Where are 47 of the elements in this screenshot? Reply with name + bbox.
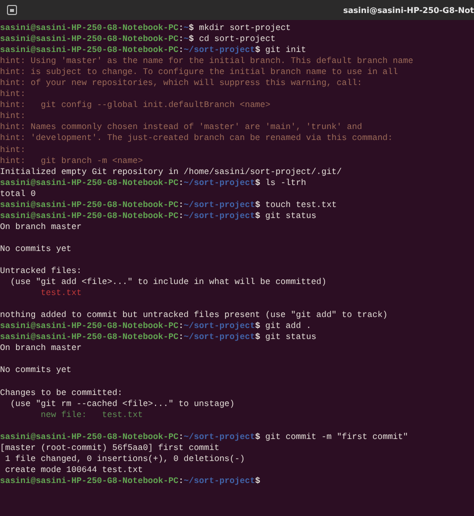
shell-prompt: sasini@sasini-HP-250-G8-Notebook-PC:~$ — [0, 23, 194, 33]
output-text: (use "git rm --cached <file>..." to unstage) — [9, 398, 235, 409]
output-text: Initialized empty Git repository in /home/sasini/sort-project/.git/ — [0, 166, 342, 177]
hint-text: hint: of your new repositories, which will suppress this warning, call: — [0, 78, 362, 88]
shell-prompt: sasini@sasini-HP-250-G8-Notebook-PC:~/sort-project$ — [0, 45, 260, 56]
output-text: On branch master — [0, 343, 82, 354]
shell-prompt: sasini@sasini-HP-250-G8-Notebook-PC:~/sort-project$ — [0, 432, 260, 442]
output-text: No commits yet — [0, 365, 72, 376]
shell-prompt: sasini@sasini-HP-250-G8-Notebook-PC:~/sort-project$ — [0, 210, 260, 221]
output-text: Changes to be committed: — [0, 388, 122, 398]
output-text: create mode 100644 test.txt — [4, 464, 143, 475]
shell-prompt: sasini@sasini-HP-250-G8-Notebook-PC:~/sort-project$ — [0, 321, 260, 332]
command-text: git commit -m "first commit" — [265, 432, 408, 442]
staged-file: new file: test.txt — [40, 410, 143, 420]
window-title: sasini@sasini-HP-250-G8-Not — [343, 6, 474, 14]
output-text: 1 file changed, 0 insertions(+), 0 deletions(-) — [4, 454, 245, 464]
untracked-file: test.txt — [40, 288, 82, 298]
hint-text: hint: Using 'master' as the name for the initial branch. This default branch name — [0, 56, 414, 66]
command-text: ls -ltrh — [265, 178, 306, 188]
output-text: (use "git add <file>..." to include in what will be committed) — [9, 277, 326, 288]
hint-text: hint: git config --global init.defaultBranch <name> — [0, 100, 270, 110]
output-text: total 0 — [0, 188, 36, 199]
shell-prompt: sasini@sasini-HP-250-G8-Notebook-PC:~/sort-project$ — [0, 476, 260, 486]
shell-prompt: sasini@sasini-HP-250-G8-Notebook-PC:~$ — [0, 34, 194, 44]
hint-text: hint: 'development'. The just-created branch can be renamed via this command: — [0, 133, 393, 144]
hint-text: hint: — [0, 111, 26, 122]
shell-prompt: sasini@sasini-HP-250-G8-Notebook-PC:~/sort-project$ — [0, 332, 260, 342]
shell-prompt: sasini@sasini-HP-250-G8-Notebook-PC:~/sort-project$ — [0, 200, 260, 210]
command-text: git add . — [265, 321, 312, 332]
output-text: [master (root-commit) 56f5aa0] first commit — [0, 442, 220, 453]
command-text: mkdir sort-project — [198, 23, 291, 33]
command-text: git status — [265, 210, 316, 221]
hint-text: hint: — [0, 89, 26, 100]
terminal-icon[interactable] — [6, 4, 18, 16]
command-text: cd sort-project — [198, 34, 276, 44]
output-text: nothing added to commit but untracked files present (use "git add" to track) — [0, 310, 388, 320]
command-text: git status — [265, 332, 316, 342]
shell-prompt: sasini@sasini-HP-250-G8-Notebook-PC:~/sort-project$ — [0, 178, 260, 188]
hint-text: hint: is subject to change. To configure the initial branch name to use in all — [0, 67, 398, 78]
output-text: No commits yet — [0, 244, 72, 254]
command-text: git init — [265, 45, 306, 56]
hint-text: hint: — [0, 144, 26, 155]
hint-text: hint: git branch -m <name> — [0, 156, 143, 166]
output-text: On branch master — [0, 222, 82, 232]
command-text: touch test.txt — [265, 200, 337, 210]
output-text: Untracked files: — [0, 266, 82, 276]
hint-text: hint: Names commonly chosen instead of 'master' are 'main', 'trunk' and — [0, 122, 362, 132]
